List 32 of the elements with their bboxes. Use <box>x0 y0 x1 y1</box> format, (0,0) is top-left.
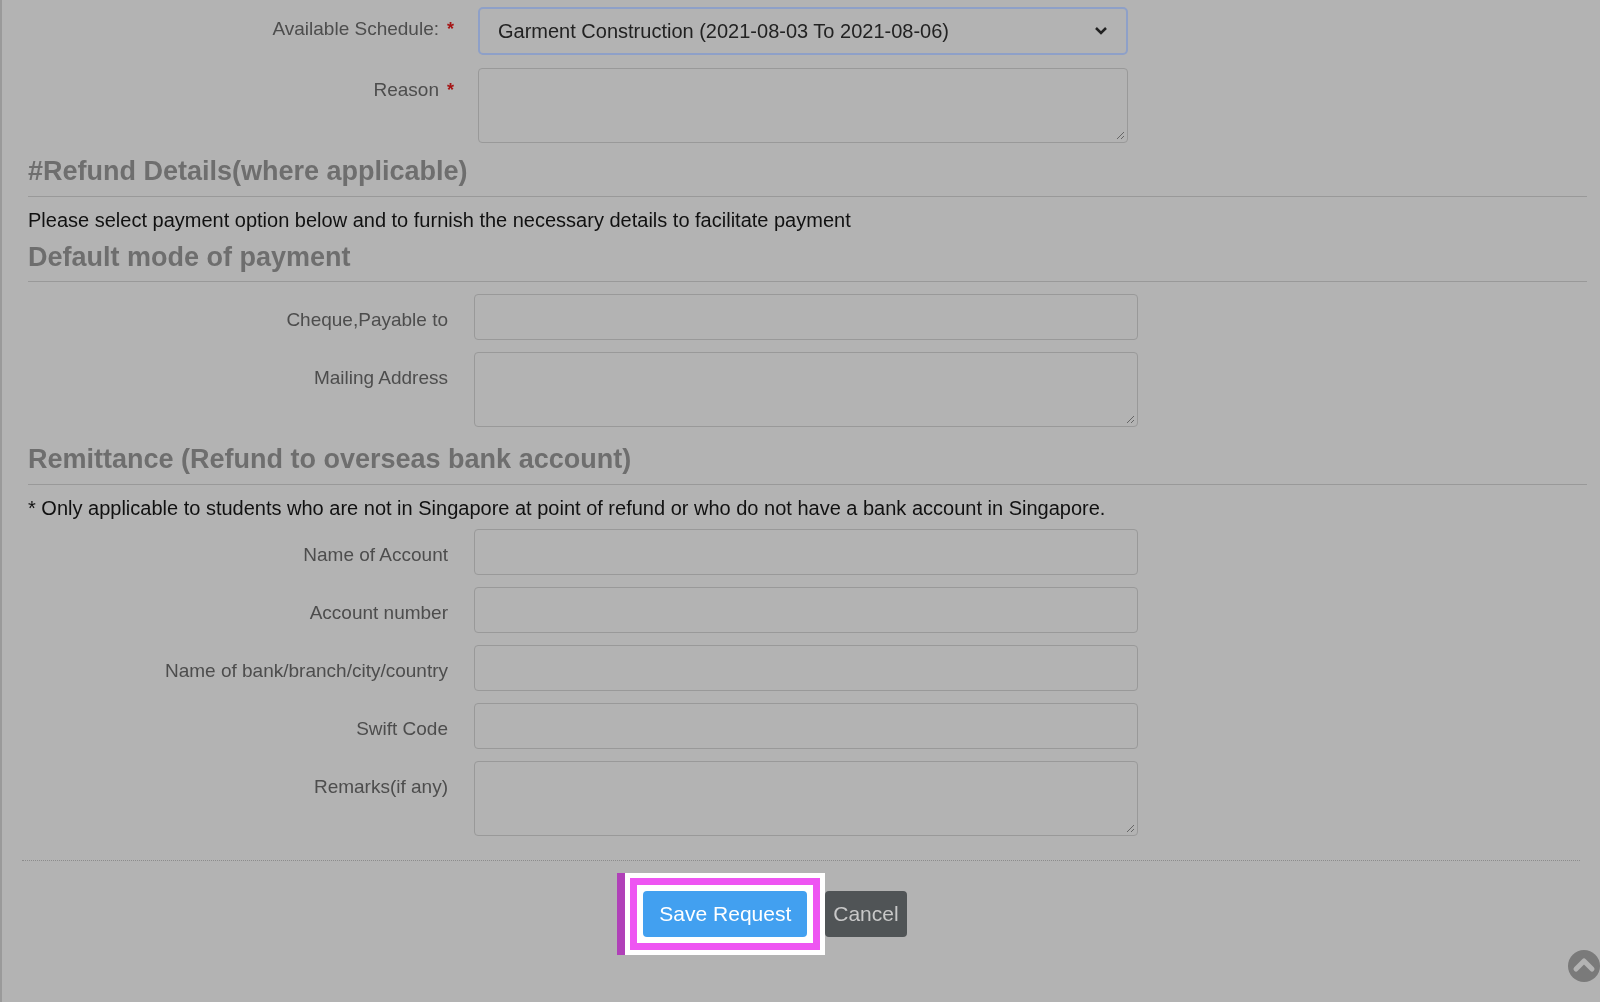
text-area[interactable] <box>474 760 1138 836</box>
field-label: Remarks(if any) <box>313 774 448 799</box>
field-label: Name of Account <box>303 542 448 567</box>
instruction-text: * Only applicable to students who are not in Singapore at point of refund or who do not have a bank account in Singapore. <box>28 495 1107 521</box>
text-area[interactable] <box>478 68 1128 143</box>
resize-handle-icon[interactable] <box>1125 414 1135 424</box>
resize-handle-icon[interactable] <box>1115 130 1125 140</box>
input-field[interactable] <box>474 702 1138 749</box>
text-area[interactable] <box>474 352 1138 427</box>
field-label: Available Schedule: <box>272 17 439 41</box>
required-asterisk: * <box>447 17 454 41</box>
section-heading: Remittance (Refund to overseas bank account) <box>28 443 633 476</box>
field-label: Swift Code <box>356 716 448 741</box>
field-label: Name of bank/branch/city/country <box>164 658 448 683</box>
input-field[interactable] <box>474 528 1138 575</box>
resize-handle-icon[interactable] <box>1125 822 1135 833</box>
field-label: Mailing Address <box>313 366 448 390</box>
instruction-text: Please select payment option below and to furnish the necessary details to facilitate payment <box>28 207 852 233</box>
field-label: Account number <box>309 600 448 625</box>
input-field[interactable] <box>474 586 1138 633</box>
input-field[interactable] <box>474 294 1138 340</box>
schedule-dropdown[interactable]: Garment Construction (2021-08-03 To 2021-08-06) <box>478 7 1128 55</box>
chevron-down-icon <box>1094 26 1108 36</box>
section-heading: #Refund Details(where applicable) <box>28 155 469 188</box>
field-label: Reason <box>373 78 439 102</box>
cancel-button[interactable]: Cancel <box>825 890 907 937</box>
input-field[interactable] <box>474 644 1138 691</box>
save-request-button[interactable]: Save Request <box>643 890 808 937</box>
field-label: Cheque,Payable to <box>286 308 448 332</box>
section-heading: Default mode of payment <box>28 240 352 274</box>
scroll-to-top-icon[interactable] <box>1568 950 1600 982</box>
required-asterisk: * <box>447 78 454 102</box>
